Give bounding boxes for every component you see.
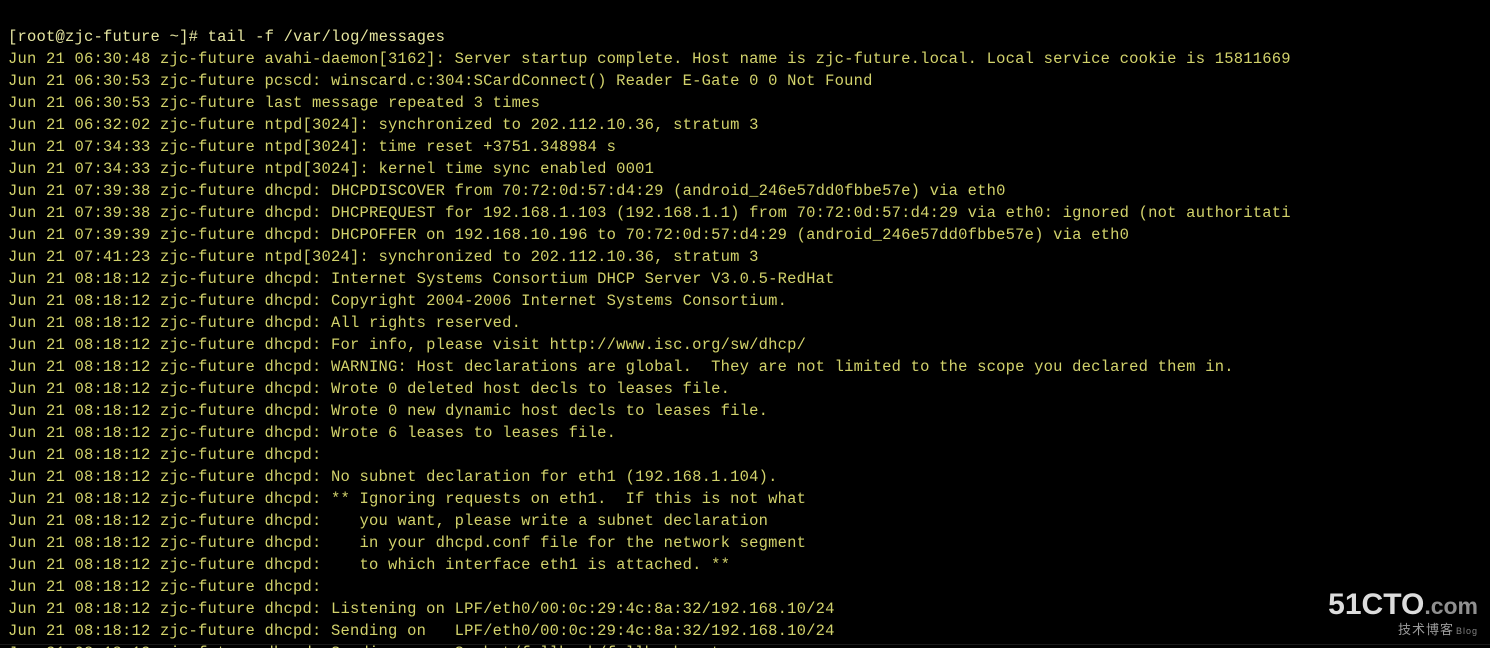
log-line: Jun 21 07:41:23 zjc-future ntpd[3024]: s… (8, 246, 1482, 268)
log-line: Jun 21 08:18:12 zjc-future dhcpd: WARNIN… (8, 356, 1482, 378)
log-lines-container: Jun 21 06:30:48 zjc-future avahi-daemon[… (8, 48, 1482, 648)
log-line: Jun 21 08:18:12 zjc-future dhcpd: Listen… (8, 598, 1482, 620)
prompt-user: root (18, 28, 56, 46)
log-line: Jun 21 08:18:12 zjc-future dhcpd: Sendin… (8, 642, 1482, 648)
log-line: Jun 21 08:18:12 zjc-future dhcpd: Copyri… (8, 290, 1482, 312)
bottom-divider (0, 644, 1490, 645)
log-line: Jun 21 07:34:33 zjc-future ntpd[3024]: k… (8, 158, 1482, 180)
log-line: Jun 21 08:18:12 zjc-future dhcpd: (8, 444, 1482, 466)
log-line: Jun 21 08:18:12 zjc-future dhcpd: All ri… (8, 312, 1482, 334)
log-line: Jun 21 08:18:12 zjc-future dhcpd: in you… (8, 532, 1482, 554)
terminal-output[interactable]: [root@zjc-future ~]# tail -f /var/log/me… (0, 0, 1490, 648)
log-line: Jun 21 08:18:12 zjc-future dhcpd: ** Ign… (8, 488, 1482, 510)
log-line: Jun 21 06:32:02 zjc-future ntpd[3024]: s… (8, 114, 1482, 136)
log-line: Jun 21 08:18:12 zjc-future dhcpd: Wrote … (8, 378, 1482, 400)
log-line: Jun 21 08:18:12 zjc-future dhcpd: For in… (8, 334, 1482, 356)
log-line: Jun 21 08:18:12 zjc-future dhcpd: Wrote … (8, 400, 1482, 422)
command-text: tail -f /var/log/messages (208, 28, 446, 46)
log-line: Jun 21 06:30:48 zjc-future avahi-daemon[… (8, 48, 1482, 70)
prompt-host: zjc-future (65, 28, 160, 46)
log-line: Jun 21 06:30:53 zjc-future pcscd: winsca… (8, 70, 1482, 92)
log-line: Jun 21 08:18:12 zjc-future dhcpd: (8, 576, 1482, 598)
log-line: Jun 21 08:18:12 zjc-future dhcpd: you wa… (8, 510, 1482, 532)
log-line: Jun 21 08:18:12 zjc-future dhcpd: No sub… (8, 466, 1482, 488)
log-line: Jun 21 08:18:12 zjc-future dhcpd: Intern… (8, 268, 1482, 290)
log-line: Jun 21 07:39:39 zjc-future dhcpd: DHCPOF… (8, 224, 1482, 246)
log-line: Jun 21 08:18:12 zjc-future dhcpd: to whi… (8, 554, 1482, 576)
log-line: Jun 21 07:39:38 zjc-future dhcpd: DHCPDI… (8, 180, 1482, 202)
prompt-symbol: # (189, 28, 199, 46)
prompt-cwd: ~ (170, 28, 180, 46)
log-line: Jun 21 07:34:33 zjc-future ntpd[3024]: t… (8, 136, 1482, 158)
shell-prompt: [root@zjc-future ~]# tail -f /var/log/me… (8, 28, 445, 46)
log-line: Jun 21 08:18:12 zjc-future dhcpd: Wrote … (8, 422, 1482, 444)
log-line: Jun 21 08:18:12 zjc-future dhcpd: Sendin… (8, 620, 1482, 642)
log-line: Jun 21 06:30:53 zjc-future last message … (8, 92, 1482, 114)
log-line: Jun 21 07:39:38 zjc-future dhcpd: DHCPRE… (8, 202, 1482, 224)
